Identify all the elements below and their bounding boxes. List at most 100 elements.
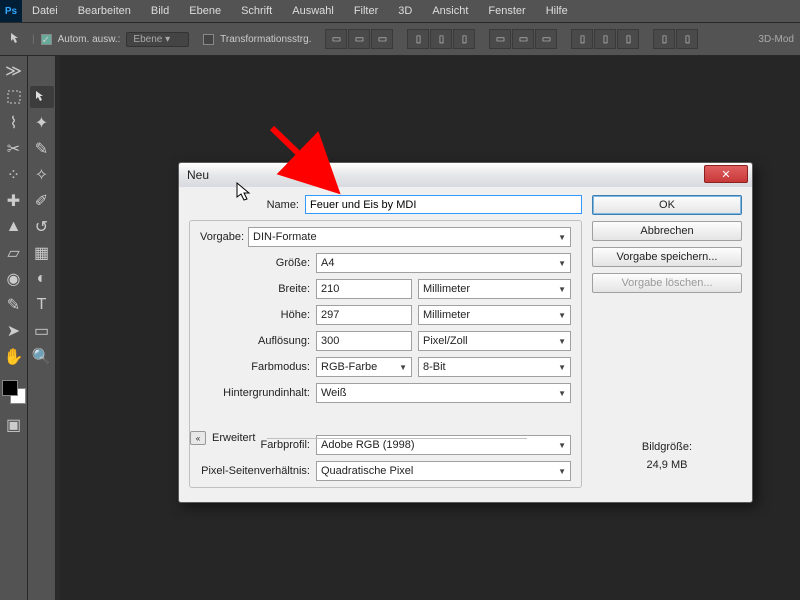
size-label: Größe: [200,257,316,269]
width-label: Breite: [200,283,316,295]
auto-select-check[interactable]: ✓ Autom. ausw.: [41,34,121,45]
dialog-titlebar[interactable]: Neu ✕ [179,163,752,187]
move-tool[interactable] [30,86,54,108]
hand-tool[interactable]: ✋ [2,346,26,368]
tool-panels: ≫ ⌇ ✂ ⁘ ✚ ▲ ▱ ◉ ✎ ➤ ✋ ▣ ✦ ✎ ✧ ✐ ↺ ▦ ◐ T … [0,56,56,600]
preset-combo[interactable]: DIN-Formate▼ [248,227,571,247]
dist-btn[interactable]: ▯ [676,29,698,49]
zoom-tool[interactable]: 🔍 [30,346,54,368]
transform-controls-check[interactable]: Transformationsstrg. [203,34,311,45]
dist-btn[interactable]: ▭ [489,29,511,49]
lasso-tool[interactable]: ⌇ [2,112,26,134]
menu-auswahl[interactable]: Auswahl [282,5,344,17]
dist-btn[interactable]: ▯ [594,29,616,49]
align-btn[interactable]: ▯ [453,29,475,49]
slice-tool[interactable]: ✎ [30,138,54,160]
options-bar: | ✓ Autom. ausw.: Ebene ▾ Transformation… [0,22,800,56]
marquee-tool[interactable] [2,86,26,108]
colormode-label: Farbmodus: [200,361,316,373]
color-swatches[interactable] [2,380,26,404]
cancel-button[interactable]: Abbrechen [592,221,742,241]
blur-tool[interactable]: ◉ [2,268,26,290]
image-size-info: Bildgröße: 24,9 MB [592,439,742,474]
resolution-input[interactable]: 300 [316,331,412,351]
menu-ansicht[interactable]: Ansicht [422,5,478,17]
dist-btn[interactable]: ▯ [617,29,639,49]
save-preset-button[interactable]: Vorgabe speichern... [592,247,742,267]
brush-tool[interactable]: ✐ [30,190,54,212]
bitdepth-combo[interactable]: 8-Bit▼ [418,357,571,377]
dodge-tool[interactable]: ◐ [30,268,54,290]
tool-column-b: ✦ ✎ ✧ ✐ ↺ ▦ ◐ T ▭ 🔍 [28,56,56,600]
resolution-label: Auflösung: [200,335,316,347]
eyedropper-tool[interactable]: ⁘ [2,164,26,186]
name-input[interactable] [305,195,582,214]
fg-swatch[interactable] [2,380,18,396]
healing-tool[interactable]: ✚ [2,190,26,212]
advanced-label: Erweitert [212,432,255,444]
menu-bearbeiten[interactable]: Bearbeiten [68,5,141,17]
ps-logo: Ps [0,0,22,22]
align-btn[interactable]: ▯ [407,29,429,49]
magic-wand-tool[interactable]: ✦ [30,112,54,134]
menu-fenster[interactable]: Fenster [478,5,535,17]
menu-bild[interactable]: Bild [141,5,179,17]
dialog-title-text: Neu [187,168,209,182]
mode-3d-label[interactable]: 3D-Mod [758,34,800,45]
collapse-icon: « [190,431,206,445]
quick-mask-tool[interactable]: ▣ [2,414,26,436]
dist-btn[interactable]: ▯ [571,29,593,49]
height-unit-combo[interactable]: Millimeter▼ [418,305,571,325]
gradient-tool[interactable]: ▦ [30,242,54,264]
pixelaspect-combo[interactable]: Quadratische Pixel▼ [316,461,571,481]
advanced-toggle[interactable]: « Erweitert [190,431,527,445]
eraser-tool[interactable]: ▱ [2,242,26,264]
tool-column-a: ≫ ⌇ ✂ ⁘ ✚ ▲ ▱ ◉ ✎ ➤ ✋ ▣ [0,56,28,600]
align-btn[interactable]: ▯ [430,29,452,49]
tool-tab-icon[interactable]: ≫ [2,60,26,82]
crop-tool[interactable]: ✂ [2,138,26,160]
distribute-group-3: ▯ ▯ [653,29,698,49]
dist-btn[interactable]: ▭ [512,29,534,49]
clone-tool[interactable]: ▲ [2,216,26,238]
transform-controls-label: Transformationsstrg. [220,34,311,45]
close-button[interactable]: ✕ [704,165,748,183]
height-label: Höhe: [200,309,316,321]
menu-hilfe[interactable]: Hilfe [536,5,578,17]
auto-select-target[interactable]: Ebene ▾ [126,32,189,47]
preset-label: Vorgabe: [200,231,248,243]
menu-3d[interactable]: 3D [388,5,422,17]
menu-ebene[interactable]: Ebene [179,5,231,17]
menu-schrift[interactable]: Schrift [231,5,282,17]
pen-tool[interactable]: ✎ [2,294,26,316]
close-icon: ✕ [721,168,730,181]
menu-filter[interactable]: Filter [344,5,388,17]
align-btn[interactable]: ▭ [371,29,393,49]
shape-tool[interactable]: ▭ [30,320,54,342]
type-tool[interactable]: T [30,294,54,316]
background-label: Hintergrundinhalt: [200,387,316,399]
ok-button[interactable]: OK [592,195,742,215]
background-combo[interactable]: Weiß▼ [316,383,571,403]
path-select-tool[interactable]: ➤ [2,320,26,342]
history-brush-tool[interactable]: ↺ [30,216,54,238]
align-btn[interactable]: ▭ [325,29,347,49]
colormode-combo[interactable]: RGB-Farbe▼ [316,357,412,377]
dist-btn[interactable]: ▯ [653,29,675,49]
dist-btn[interactable]: ▭ [535,29,557,49]
resolution-unit-combo[interactable]: Pixel/Zoll▼ [418,331,571,351]
width-unit-combo[interactable]: Millimeter▼ [418,279,571,299]
tool-tab-icon[interactable] [30,60,54,82]
height-input[interactable]: 297 [316,305,412,325]
menu-datei[interactable]: Datei [22,5,68,17]
align-btn[interactable]: ▭ [348,29,370,49]
ruler-tool[interactable]: ✧ [30,164,54,186]
align-group-2: ▯ ▯ ▯ [407,29,475,49]
size-combo[interactable]: A4▼ [316,253,571,273]
new-document-dialog: Neu ✕ Name: Vorgabe: DIN-Formate▼ Größe [178,162,753,503]
width-input[interactable]: 210 [316,279,412,299]
pixelaspect-label: Pixel-Seitenverhältnis: [200,465,316,477]
auto-select-label: Autom. ausw.: [58,34,121,45]
name-label: Name: [189,199,305,211]
move-tool-icon [8,30,26,48]
